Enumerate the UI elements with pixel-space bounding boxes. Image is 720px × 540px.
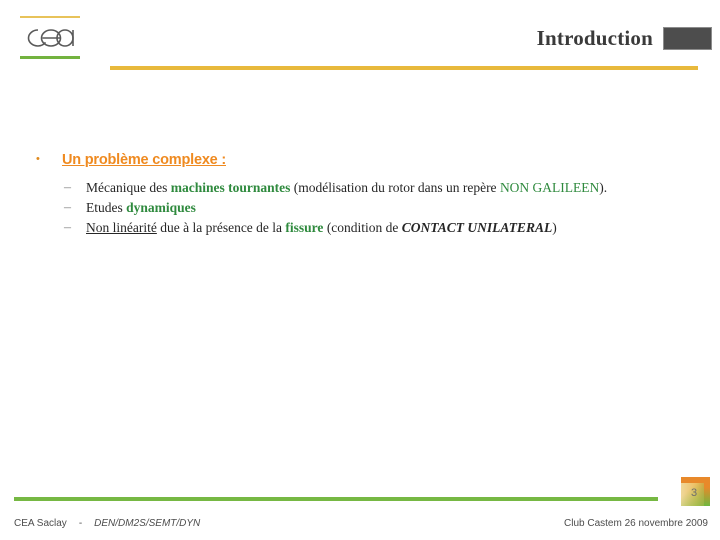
list-item-text: Non linéarité due à la présence de la fi… [86,219,557,237]
title-accent-box [663,27,712,50]
text-run-emphasis: NON GALILEEN [499,180,600,195]
slide-root: Introduction • Un problème complexe : – … [0,0,720,540]
text-run-underline: Non linéarité [86,220,157,235]
sub-bullet-list: – Mécanique des machines tournantes (mod… [0,179,720,237]
page-title: Introduction [536,26,653,50]
slide-content: • Un problème complexe : – Mécanique des… [0,150,720,239]
logo-rule-top [20,16,80,18]
footer-left: CEA Saclay - DEN/DM2S/SEMT/DYN [14,518,200,529]
text-run: ) [552,220,557,235]
dash-icon: – [64,200,71,215]
text-run-bold-italic: CONTACT UNILATERAL [401,220,553,235]
list-item-text: Etudes dynamiques [86,199,196,217]
text-run-emphasis: dynamiques [126,200,196,215]
page-number: 3 [690,487,698,499]
logo-rule-bottom [20,56,80,59]
list-item-text: Mécanique des machines tournantes (modél… [86,179,607,197]
text-run: due à la présence de la [156,220,286,235]
cea-logo-mark [20,23,82,53]
bullet-dot-icon: • [36,153,40,165]
bullet-level1: • Un problème complexe : [0,150,720,170]
level1-heading: Un problème complexe : [62,152,226,168]
footer-department: DEN/DM2S/SEMT/DYN [94,518,201,529]
text-run-emphasis: fissure [285,220,324,235]
list-item: – Non linéarité due à la présence de la … [64,219,720,237]
cea-logo [20,16,82,59]
list-item: – Etudes dynamiques [64,199,720,217]
text-run: (condition de [323,220,402,235]
text-run: ). [599,180,608,195]
slide-header: Introduction [537,26,712,51]
footer-organisation: CEA Saclay [14,518,67,529]
header-divider [110,66,698,70]
footer-event: Club Castem 26 novembre 2009 [564,518,708,529]
page-number-badge: 3 [681,477,710,506]
list-item: – Mécanique des machines tournantes (mod… [64,179,720,197]
text-run: Mécanique des [86,180,171,195]
dash-icon: – [64,180,71,195]
footer-divider [14,497,658,501]
text-run-emphasis: machines tournantes [170,180,291,195]
text-run: Etudes [86,200,127,215]
dash-icon: – [64,220,71,235]
text-run: (modélisation du rotor dans un repère [290,180,500,195]
footer-separator: - [78,518,83,529]
